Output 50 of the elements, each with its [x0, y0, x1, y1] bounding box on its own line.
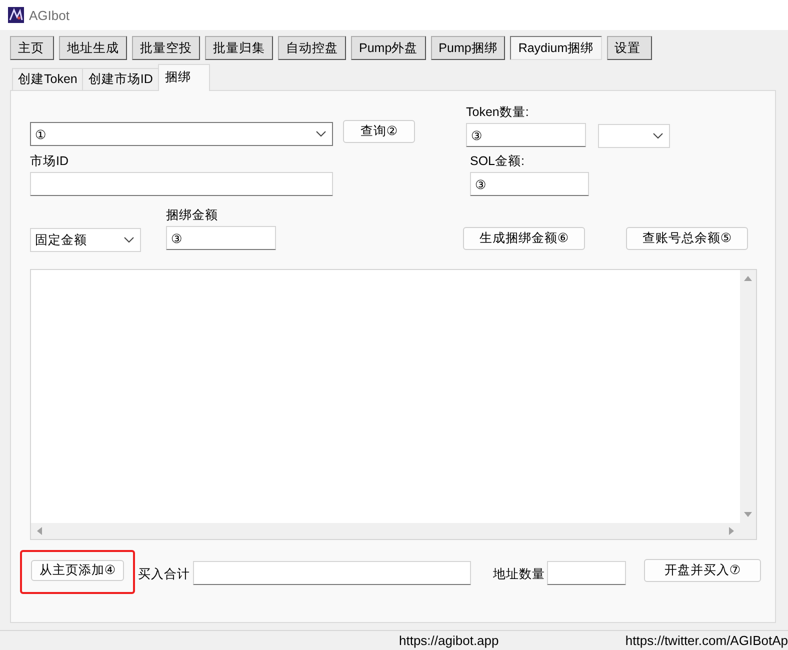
unit-combo[interactable] — [598, 124, 670, 148]
scroll-right-icon — [729, 527, 734, 535]
input-field[interactable]: ③ — [166, 226, 276, 250]
tab[interactable]: 创建Token — [12, 68, 84, 90]
status-text: https://twitter.com/AGIBotAp — [625, 632, 788, 648]
action-button[interactable]: 查账号总余额⑤ — [626, 227, 748, 250]
field-label: 市场ID — [30, 153, 70, 170]
field-value: ③ — [471, 128, 482, 142]
field-value: ③ — [475, 176, 486, 192]
field-label: 地址数量 — [493, 566, 545, 583]
action-button[interactable]: 从主页添加④ — [31, 560, 124, 581]
combo-value: 固定金额 — [35, 232, 87, 248]
action-button[interactable]: 开盘并买入⑦ — [644, 559, 761, 582]
input-field[interactable] — [30, 172, 333, 196]
chevron-down-icon — [653, 133, 663, 139]
menu-button[interactable]: 地址生成 — [59, 36, 127, 60]
token-combo[interactable]: ① — [30, 122, 333, 146]
field-value: ③ — [171, 230, 182, 246]
window-title: AGIbot — [29, 8, 70, 22]
action-button[interactable]: 查询② — [343, 120, 415, 143]
menu-button[interactable]: Pump捆绑 — [430, 36, 506, 60]
tab[interactable]: 捆绑 — [158, 64, 210, 91]
field-label: 捆绑金额 — [166, 207, 219, 224]
horizontal-scrollbar[interactable] — [31, 523, 756, 539]
combo-value: ① — [35, 126, 46, 142]
menu-button[interactable]: 设置 — [606, 36, 652, 60]
action-button[interactable]: 生成捆绑金额⑥ — [463, 227, 585, 250]
app-logo-icon — [8, 7, 24, 23]
menu-button[interactable]: 批量空投 — [132, 36, 200, 60]
vertical-scrollbar[interactable] — [740, 270, 756, 523]
menu-button[interactable]: Pump外盘 — [351, 36, 426, 60]
input-field[interactable]: ③ — [466, 123, 586, 147]
chevron-down-icon — [316, 131, 326, 137]
field-label: Token数量: — [466, 104, 530, 121]
input-field[interactable] — [547, 561, 626, 585]
mode-combo[interactable]: 固定金额 — [30, 228, 141, 252]
scroll-up-icon — [744, 276, 752, 281]
input-field[interactable]: ③ — [470, 172, 589, 196]
menu-button[interactable]: 批量归集 — [205, 36, 273, 60]
input-field[interactable] — [193, 561, 471, 585]
menu-button[interactable]: 自动控盘 — [278, 36, 346, 60]
log-textarea[interactable] — [30, 269, 757, 540]
scroll-down-icon — [744, 512, 752, 517]
menu-button[interactable]: 主页 — [10, 36, 54, 60]
status-text: https://agibot.app — [399, 632, 499, 648]
field-label: SOL金额: — [470, 153, 526, 170]
scroll-left-icon — [37, 527, 42, 535]
chevron-down-icon — [124, 237, 134, 243]
field-label: 买入合计 — [138, 566, 190, 583]
menu-button[interactable]: Raydium捆绑 — [510, 36, 602, 60]
